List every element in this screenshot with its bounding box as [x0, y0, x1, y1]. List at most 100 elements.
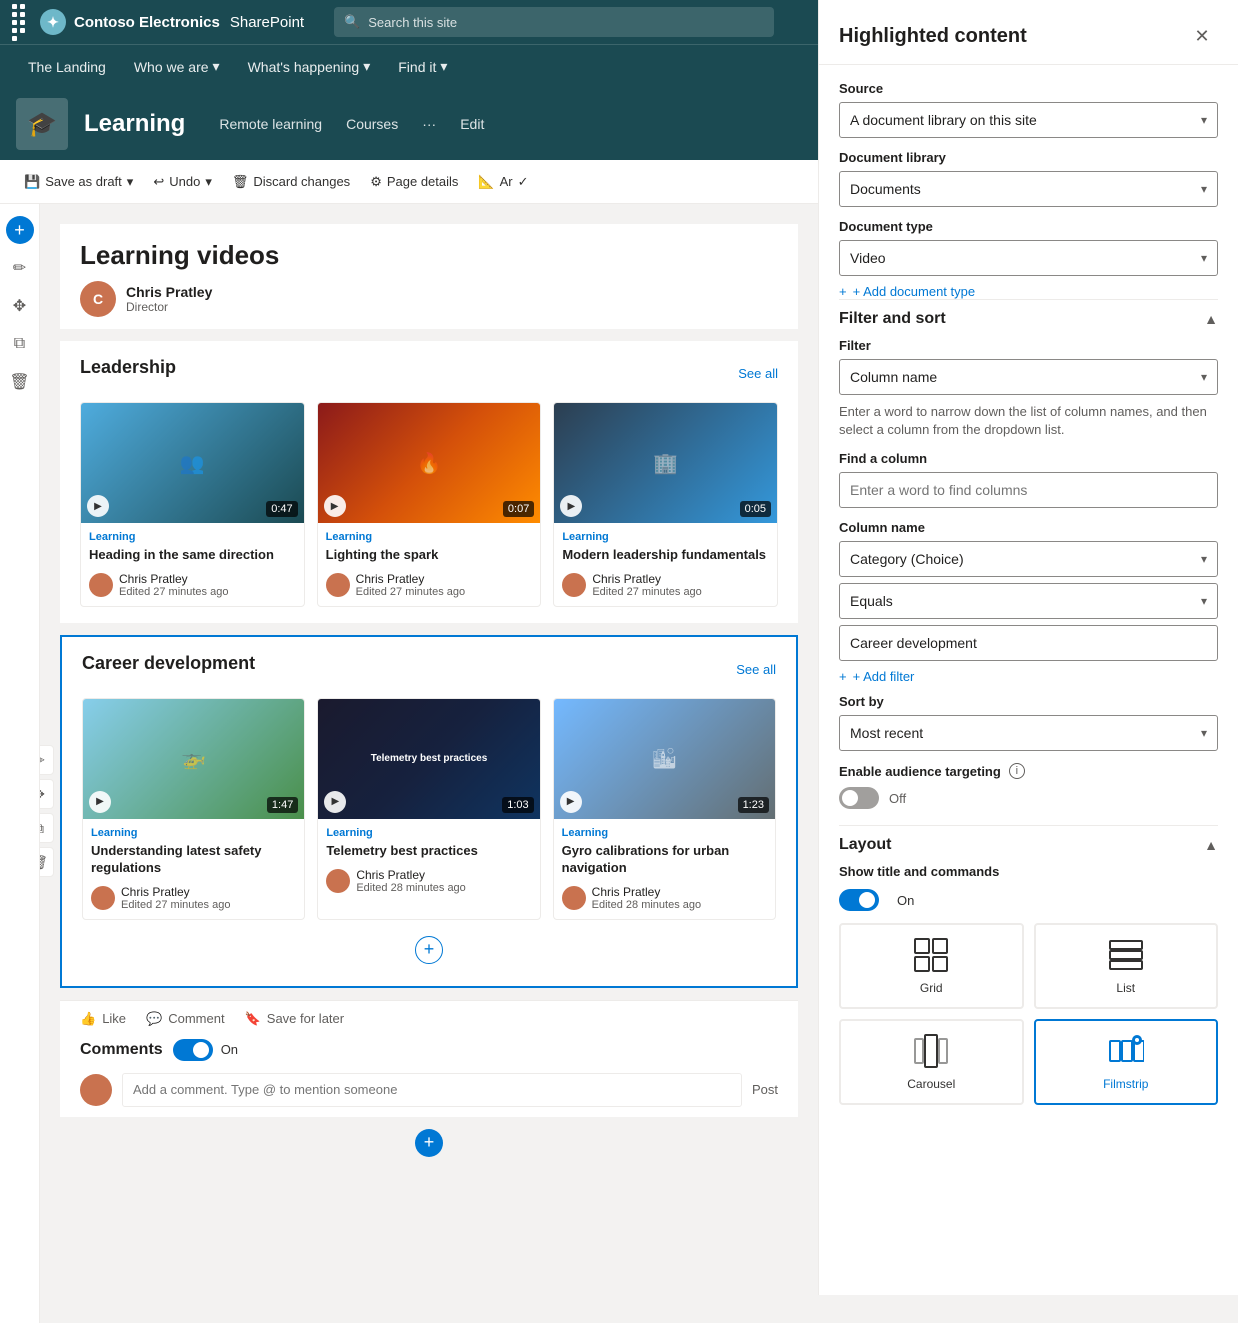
add-section-bottom-button[interactable]: +	[415, 1129, 443, 1157]
comment-button[interactable]: 💬 Comment	[146, 1011, 225, 1027]
thumb-label: Telemetry best practices	[371, 753, 488, 764]
video-card[interactable]: 🏙 ▶ 1:23 Learning Gyro calibrations for …	[553, 698, 776, 920]
nav-courses[interactable]: Courses	[338, 112, 406, 136]
save-icon: 💾	[24, 174, 40, 190]
audience-toggle-label: Off	[889, 791, 906, 806]
doc-type-value: Video	[850, 250, 886, 266]
page-icon: 🎓	[16, 98, 68, 150]
delete-section-button[interactable]: 🗑	[40, 847, 54, 877]
video-title: Modern leadership fundamentals	[562, 547, 769, 564]
doc-library-chevron-icon: ▾	[1201, 182, 1207, 196]
show-title-toggle-label: On	[897, 893, 914, 908]
edit-section-button[interactable]: ✏	[40, 745, 54, 775]
play-button[interactable]: ▶	[89, 791, 111, 813]
article-title: Learning videos	[80, 240, 778, 271]
ar-icon: 📐	[478, 174, 494, 190]
source-label: Source	[839, 81, 1218, 96]
find-chevron-icon: ▾	[440, 58, 447, 75]
video-category: Learning	[326, 827, 531, 839]
add-row-button[interactable]: +	[415, 936, 443, 964]
equals-dropdown[interactable]: Equals ▾	[839, 583, 1218, 619]
sort-by-dropdown[interactable]: Most recent ▾	[839, 715, 1218, 751]
details-icon: ⚙	[370, 174, 382, 190]
site-nav-landing[interactable]: The Landing	[16, 53, 118, 81]
filter-section: Filter Column name ▾ Enter a word to nar…	[839, 338, 1218, 809]
video-thumb: 👥 ▶ 0:47	[81, 403, 304, 523]
site-nav-who[interactable]: Who we are ▾	[122, 52, 232, 81]
video-category: Learning	[562, 827, 767, 839]
column-name-dropdown[interactable]: Category (Choice) ▾	[839, 541, 1218, 577]
search-bar[interactable]: 🔍 Search this site	[334, 7, 774, 37]
move-section-button[interactable]: ✥	[40, 779, 54, 809]
discard-button[interactable]: 🗑 Discard changes	[224, 170, 358, 194]
career-see-all[interactable]: See all	[736, 662, 776, 677]
add-section-top-button[interactable]: +	[6, 216, 34, 244]
sidebar-edit-icon[interactable]: ✏	[2, 250, 38, 286]
play-button[interactable]: ▶	[560, 791, 582, 813]
app-launcher-icon[interactable]	[12, 4, 30, 41]
find-column-input[interactable]	[839, 472, 1218, 508]
sidebar-move-icon[interactable]: ✥	[2, 288, 38, 324]
add-type-label: + Add document type	[853, 284, 976, 299]
post-comment-button[interactable]: Post	[752, 1082, 778, 1097]
panel-close-button[interactable]: ✕	[1186, 20, 1218, 52]
video-card[interactable]: 🏢 ▶ 0:05 Learning Modern leadership fund…	[553, 402, 778, 607]
site-nav-find[interactable]: Find it ▾	[386, 52, 459, 81]
audience-info-icon[interactable]: i	[1009, 763, 1025, 779]
layout-section-header[interactable]: Layout ▲	[839, 825, 1218, 864]
ar-check-icon: ✓	[518, 174, 529, 190]
play-button[interactable]: ▶	[324, 495, 346, 517]
leadership-see-all[interactable]: See all	[738, 366, 778, 381]
page-details-button[interactable]: ⚙ Page details	[362, 170, 466, 194]
filter-value-input[interactable]	[839, 625, 1218, 661]
toggle-switch[interactable]	[173, 1039, 213, 1061]
doc-library-dropdown[interactable]: Documents ▾	[839, 171, 1218, 207]
layout-filmstrip-option[interactable]: Filmstrip	[1034, 1019, 1219, 1105]
happening-chevron-icon: ▾	[363, 58, 370, 75]
video-card[interactable]: 👥 ▶ 0:47 Learning Heading in the same di…	[80, 402, 305, 607]
add-doc-type-button[interactable]: + + Add document type	[839, 284, 1218, 299]
author-avatar-small	[326, 869, 350, 893]
comment-input[interactable]	[122, 1073, 742, 1107]
comments-toggle[interactable]: On	[173, 1039, 238, 1061]
show-title-toggle-row: On	[839, 889, 1218, 911]
video-card[interactable]: Telemetry best practices ▶ 1:03 Learning…	[317, 698, 540, 920]
nav-edit[interactable]: Edit	[452, 112, 492, 136]
like-button[interactable]: 👍 Like	[80, 1011, 126, 1027]
video-info: Learning Lighting the spark Chris Pratle…	[318, 523, 541, 606]
copy-section-button[interactable]: ⧉	[40, 813, 54, 843]
comments-label: Comments	[80, 1041, 163, 1059]
video-author: Chris Pratley Edited 28 minutes ago	[326, 868, 531, 894]
layout-list-option[interactable]: List	[1034, 923, 1219, 1009]
undo-button[interactable]: ↩ Undo ▾	[145, 170, 220, 194]
source-dropdown[interactable]: A document library on this site ▾	[839, 102, 1218, 138]
video-duration: 1:03	[502, 797, 533, 813]
save-as-draft-button[interactable]: 💾 Save as draft ▾	[16, 170, 141, 194]
layout-grid-option[interactable]: Grid	[839, 923, 1024, 1009]
search-placeholder: Search this site	[368, 15, 457, 30]
save-for-later-button[interactable]: 🔖 Save for later	[245, 1011, 345, 1027]
video-card[interactable]: 🚁 ▶ 1:47 Learning Understanding latest s…	[82, 698, 305, 920]
audience-toggle[interactable]	[839, 787, 879, 809]
carousel-layout-icon	[913, 1033, 949, 1069]
sidebar-delete-icon[interactable]: 🗑	[2, 364, 38, 400]
play-button[interactable]: ▶	[87, 495, 109, 517]
add-filter-button[interactable]: + + Add filter	[839, 669, 1218, 684]
doc-type-dropdown[interactable]: Video ▾	[839, 240, 1218, 276]
ar-button[interactable]: 📐 Ar ✓	[470, 170, 536, 194]
nav-remote-learning[interactable]: Remote learning	[211, 112, 330, 136]
app-name: SharePoint	[230, 14, 304, 31]
audience-targeting-label: Enable audience targeting	[839, 764, 1001, 779]
sidebar-copy-icon[interactable]: ⧉	[2, 326, 38, 362]
filter-sort-header[interactable]: Filter and sort ▲	[839, 299, 1218, 338]
video-card[interactable]: 🔥 ▶ 0:07 Learning Lighting the spark Chr…	[317, 402, 542, 607]
filter-dropdown[interactable]: Column name ▾	[839, 359, 1218, 395]
nav-more[interactable]: ···	[414, 112, 444, 136]
source-chevron-icon: ▾	[1201, 113, 1207, 127]
show-title-toggle[interactable]	[839, 889, 879, 911]
panel-header: Highlighted content ✕	[819, 0, 1238, 65]
career-section: ✏ ✥ ⧉ 🗑 Career development See all 🚁 ▶	[60, 635, 798, 988]
site-nav-happening[interactable]: What's happening ▾	[236, 52, 383, 81]
doc-library-value: Documents	[850, 181, 921, 197]
layout-carousel-option[interactable]: Carousel	[839, 1019, 1024, 1105]
